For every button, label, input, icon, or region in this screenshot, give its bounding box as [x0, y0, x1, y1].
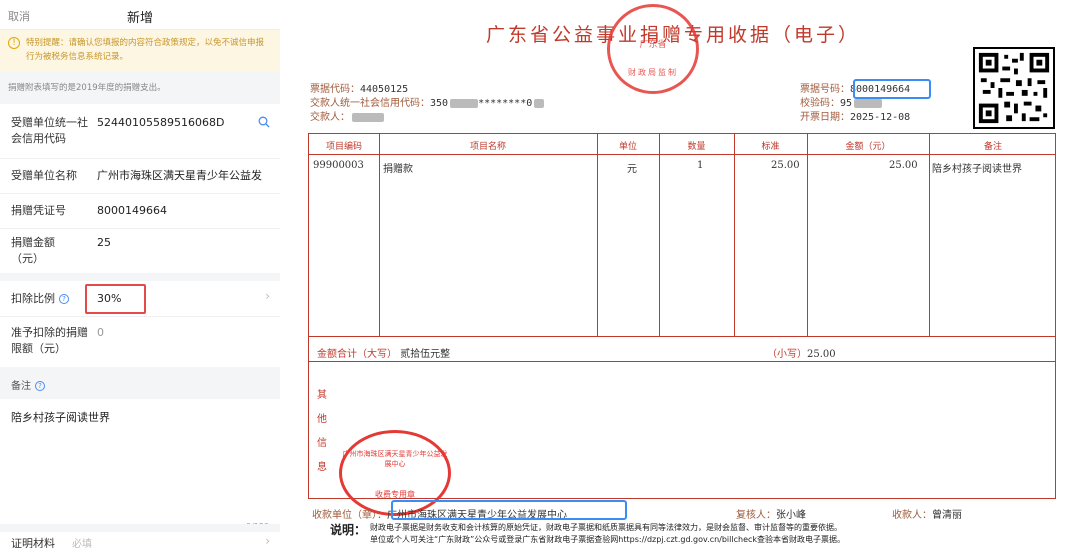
- col-header: 数量: [687, 142, 706, 152]
- search-icon[interactable]: [258, 116, 270, 128]
- redacted-block: [450, 99, 479, 108]
- collector-line: 收款人：曾清丽: [892, 510, 962, 521]
- total-small: （小写）25.00: [767, 349, 836, 360]
- warning-banner: ! 特别提醒：请确认您填报的内容符合政策规定，以免不诚信申报行为被税务信息系统记…: [0, 30, 280, 72]
- year-note: 捐赠附表填写的是2019年度的捐赠支出。: [0, 72, 280, 104]
- cell-qty: 1: [697, 160, 704, 171]
- cell-name: 捐赠款: [383, 164, 413, 175]
- col-header: 项目编码: [325, 142, 362, 152]
- finance-seal: 广东省 财政局监制: [607, 4, 699, 94]
- voucher-row[interactable]: 捐赠凭证号 8000149664: [0, 194, 280, 229]
- amount-row[interactable]: 捐赠金额（元） 25: [0, 229, 280, 273]
- redacted-block: [854, 99, 883, 108]
- col-header: 项目名称: [469, 142, 506, 152]
- org-name-row[interactable]: 受赠单位名称 广州市海珠区满天星青少年公益发: [0, 159, 280, 194]
- col-header: 单位: [618, 142, 637, 152]
- page-title: 新增: [126, 11, 153, 26]
- amount-input[interactable]: 25: [97, 235, 111, 251]
- cell-amount: 25.00: [889, 160, 918, 171]
- payee-highlight-box: [391, 500, 627, 520]
- limit-row: 准予扣除的捐赠限额（元） 0: [0, 317, 280, 367]
- receipt-table: 项目编码 项目名称 单位 数量 标准 金额（元） 备注 99900003 捐赠款…: [308, 133, 1056, 516]
- limit-value: 0: [97, 326, 104, 339]
- receipt-explanation: 说明： 财政电子票据是财务收支和会计核算的原始凭证，财政电子票据和纸质票据具有同…: [330, 523, 846, 544]
- redacted-block: [534, 99, 545, 108]
- section-gap: [0, 273, 280, 281]
- credit-code-row[interactable]: 受赠单位统一社会信用代码 52440105589516068D: [0, 104, 280, 159]
- memo-textarea[interactable]: 陪乡村孩子阅读世界 9/150: [0, 399, 280, 539]
- ratio-value[interactable]: 30%: [97, 291, 121, 307]
- proof-label: 证明材料: [11, 537, 55, 548]
- reviewer-line: 复核人：张小峰: [736, 510, 806, 521]
- limit-label: 准予扣除的捐赠限额（元）: [11, 326, 88, 355]
- cell-unit: 元: [627, 164, 637, 175]
- total-upper: 金额合计（大写） 贰拾伍元整: [317, 349, 451, 360]
- org-name-label: 受赠单位名称: [11, 169, 77, 182]
- credit-code-input[interactable]: 52440105589516068D: [97, 115, 247, 131]
- proof-placeholder: 必填: [72, 539, 92, 548]
- warning-text: 特别提醒：请确认您填报的内容符合政策规定，以免不诚信申报行为被税务信息系统记录。: [26, 38, 265, 62]
- receipt-meta-left: 票据代码：44050125 交款人统一社会信用代码：350 ********0 交…: [310, 83, 545, 125]
- cell-remark: 陪乡村孩子阅读世界: [932, 164, 1022, 175]
- col-header: 标准: [761, 142, 780, 152]
- chevron-right-icon[interactable]: ›: [265, 534, 270, 548]
- org-name-input[interactable]: 广州市海珠区满天星青少年公益发: [97, 168, 267, 184]
- ratio-row[interactable]: 扣除比例? 30% ›: [0, 281, 280, 317]
- chevron-right-icon[interactable]: ›: [265, 289, 270, 303]
- amount-label: 捐赠金额（元）: [11, 236, 55, 265]
- bill-no-highlight-box: [853, 79, 931, 99]
- qr-code: [973, 47, 1055, 129]
- donation-form-panel: 取消 新增 ! 特别提醒：请确认您填报的内容符合政策规定，以免不诚信申报行为被税…: [0, 0, 280, 548]
- voucher-input[interactable]: 8000149664: [97, 203, 167, 219]
- memo-text[interactable]: 陪乡村孩子阅读世界: [11, 409, 110, 425]
- ratio-label: 扣除比例?: [11, 291, 69, 307]
- proof-row[interactable]: 证明材料 必填 ›: [0, 524, 280, 548]
- warning-icon: !: [8, 37, 20, 49]
- nav-bar: 取消 新增: [0, 0, 280, 30]
- col-header: 金额（元）: [845, 142, 891, 152]
- other-info-label: 其他信息: [317, 390, 327, 473]
- redacted-block: [352, 113, 384, 122]
- cell-code: 99900003: [313, 160, 364, 171]
- credit-code-label: 受赠单位统一社会信用代码: [11, 116, 88, 145]
- help-icon[interactable]: ?: [35, 381, 45, 391]
- memo-header: 备注?: [0, 367, 280, 399]
- col-header: 备注: [983, 142, 1002, 152]
- help-icon[interactable]: ?: [59, 294, 69, 304]
- voucher-label: 捐赠凭证号: [11, 204, 66, 217]
- receipt-image: 广东省公益事业捐赠专用收据（电子） 广东省 财政局监制 票据代码：4405012…: [290, 0, 1080, 548]
- cell-std: 25.00: [771, 160, 800, 171]
